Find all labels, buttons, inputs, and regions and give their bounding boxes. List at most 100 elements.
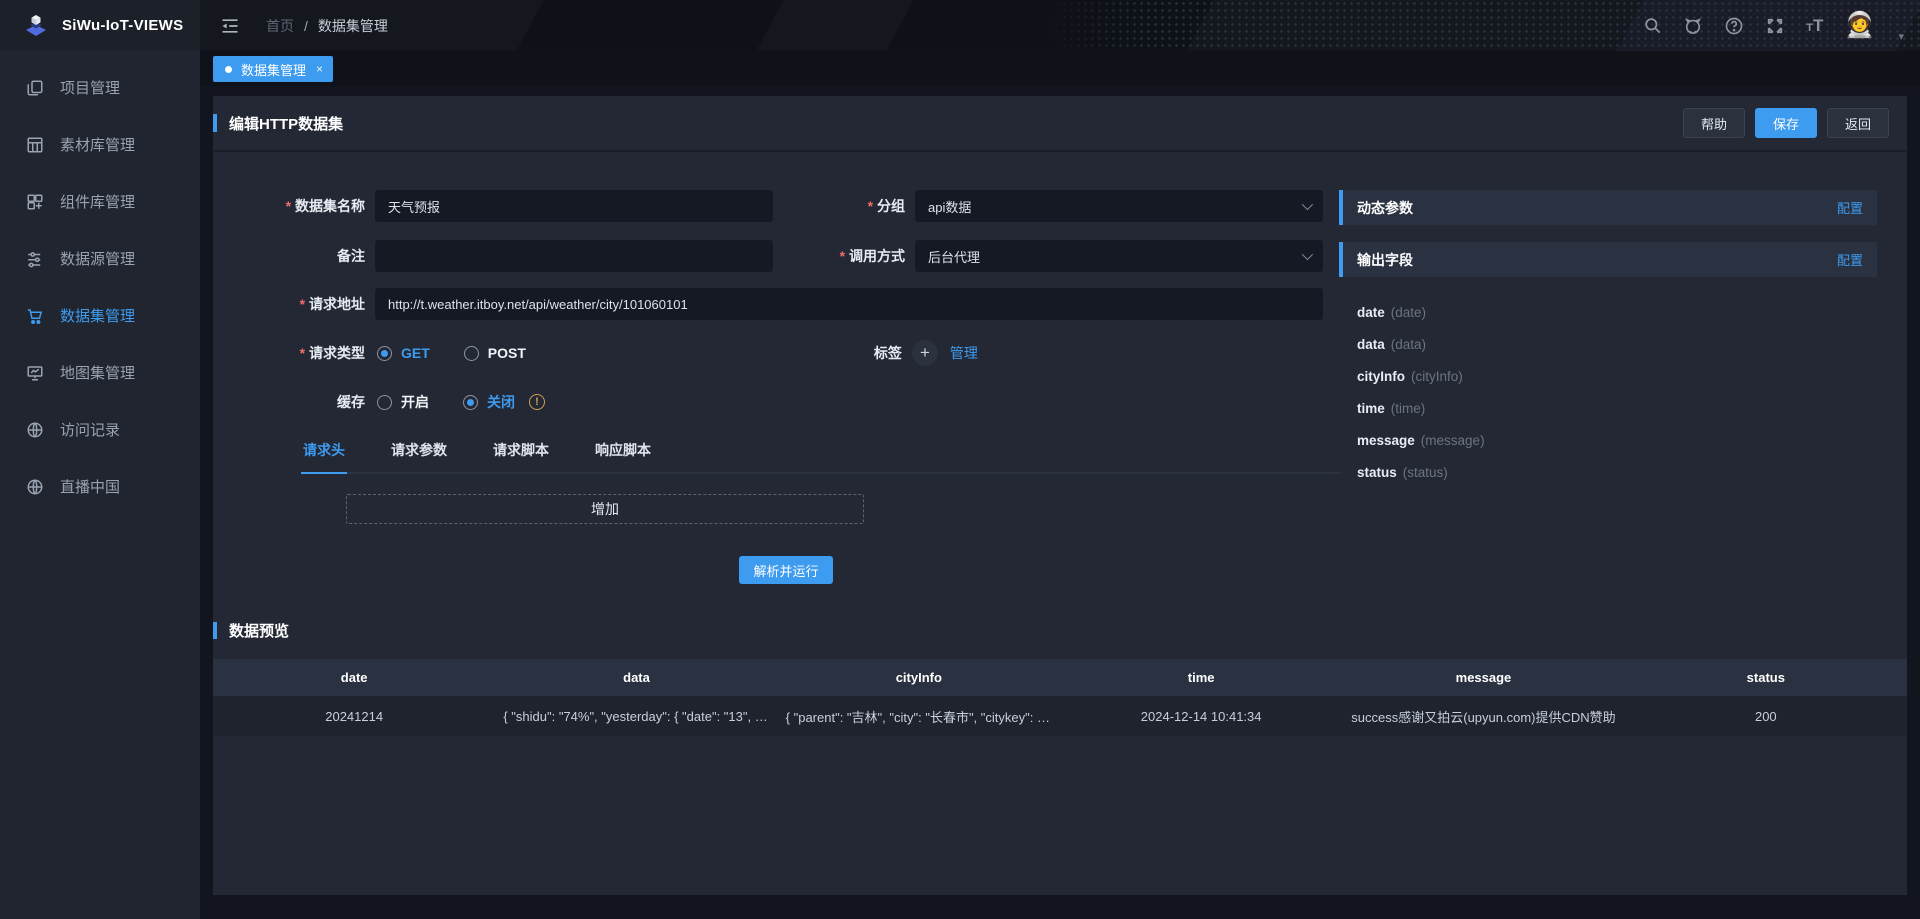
- tab-request-headers[interactable]: 请求头: [301, 440, 347, 472]
- dynamic-params-header: 动态参数 配置: [1339, 190, 1877, 225]
- header-actions: 帮助 保存 返回: [1683, 108, 1889, 138]
- run-button-row: 解析并运行: [231, 556, 1341, 584]
- output-field: cityInfo(cityInfo): [1357, 360, 1877, 392]
- col-date: date: [213, 659, 495, 696]
- warning-icon: !: [529, 394, 545, 410]
- dataset-name-input[interactable]: [375, 190, 773, 222]
- fullscreen-icon[interactable]: [1765, 16, 1785, 36]
- github-icon[interactable]: [1683, 16, 1703, 36]
- sidebar-item-live-china[interactable]: 直播中国: [0, 458, 200, 515]
- parse-and-run-button[interactable]: 解析并运行: [739, 556, 832, 584]
- help-button[interactable]: 帮助: [1683, 108, 1745, 138]
- edit-dataset-panel: 编辑HTTP数据集 帮助 保存 返回 数据集名称 分组 api数据: [213, 96, 1907, 895]
- tab-active-dot: [225, 66, 232, 73]
- right-panel: 动态参数 配置 输出字段 配置 date(date) data(data) ci…: [1339, 190, 1877, 488]
- font-size-icon[interactable]: TT: [1806, 16, 1823, 36]
- sidebar-item-project[interactable]: 项目管理: [0, 59, 200, 116]
- accent-bar: [1339, 242, 1343, 277]
- output-field: time(time): [1357, 392, 1877, 424]
- sidebar-collapse-icon[interactable]: [220, 16, 240, 36]
- accent-bar: [213, 622, 217, 639]
- tab-request-params[interactable]: 请求参数: [389, 440, 449, 472]
- header-decor: [881, 0, 1219, 51]
- request-config-tabs: 请求头 请求参数 请求脚本 响应脚本: [301, 440, 1341, 474]
- tag-label: 标签: [782, 343, 902, 363]
- app-logo: SiWu-IoT-VIEWS: [0, 0, 200, 51]
- manage-tags-link[interactable]: 管理: [950, 343, 978, 363]
- breadcrumb-current: 数据集管理: [318, 16, 388, 36]
- radio-cache-on[interactable]: 开启: [377, 392, 429, 412]
- top-header: 首页 / 数据集管理 TT 🧑‍🚀 ▾: [200, 0, 1920, 51]
- col-data: data: [495, 659, 777, 696]
- remark-input[interactable]: [375, 240, 773, 272]
- col-time: time: [1060, 659, 1342, 696]
- col-message: message: [1342, 659, 1624, 696]
- save-button[interactable]: 保存: [1755, 108, 1817, 138]
- radio-circle[interactable]: [464, 346, 479, 361]
- col-status: status: [1625, 659, 1907, 696]
- add-tag-button[interactable]: +: [912, 340, 938, 366]
- page-tab-bar: 数据集管理 ×: [200, 51, 1920, 86]
- request-type-label: 请求类型: [231, 343, 365, 363]
- output-fields-config-link[interactable]: 配置: [1837, 250, 1863, 269]
- dataset-form: 数据集名称 分组 api数据 备注 调用方式 后台代理: [231, 190, 1341, 584]
- tab-response-script[interactable]: 响应脚本: [593, 440, 653, 472]
- header-icon-group: TT 🧑‍🚀 ▾: [1643, 0, 1904, 51]
- tab-close-icon[interactable]: ×: [316, 62, 323, 76]
- title-accent-bar: [213, 114, 217, 132]
- sidebar-item-mapset[interactable]: 地图集管理: [0, 344, 200, 401]
- data-preview-title: 数据预览: [213, 620, 1907, 641]
- sidebar-item-datasource[interactable]: 数据源管理: [0, 230, 200, 287]
- dataset-name-label: 数据集名称: [231, 196, 365, 216]
- panel-header: 编辑HTTP数据集 帮助 保存 返回: [213, 96, 1907, 152]
- add-row-button[interactable]: 增加: [346, 494, 864, 524]
- datasource-icon: [26, 250, 44, 268]
- sidebar-item-material[interactable]: 素材库管理: [0, 116, 200, 173]
- cell-status: 200: [1625, 696, 1907, 736]
- breadcrumb-separator: /: [304, 18, 308, 34]
- table-row: 20241214 { "shidu": "74%", "yesterday": …: [213, 696, 1907, 736]
- output-field: date(date): [1357, 296, 1877, 328]
- radio-post[interactable]: POST: [464, 345, 526, 361]
- request-url-input[interactable]: [375, 288, 1323, 320]
- cell-cityinfo: { "parent": "吉林", "city": "长春市", "cityke…: [778, 696, 1060, 736]
- dynamic-params-config-link[interactable]: 配置: [1837, 198, 1863, 217]
- radio-cache-off[interactable]: 关闭: [463, 392, 515, 412]
- material-icon: [26, 136, 44, 154]
- back-button[interactable]: 返回: [1827, 108, 1889, 138]
- output-field: message(message): [1357, 424, 1877, 456]
- help-icon[interactable]: [1724, 16, 1744, 36]
- radio-circle[interactable]: [377, 395, 392, 410]
- component-icon: [26, 193, 44, 211]
- group-label: 分组: [785, 196, 905, 216]
- caret-down-icon[interactable]: ▾: [1898, 30, 1904, 51]
- radio-circle[interactable]: [377, 346, 392, 361]
- dataset-icon: [26, 307, 44, 325]
- globe-icon: [26, 478, 44, 496]
- tab-dataset-management[interactable]: 数据集管理 ×: [213, 56, 333, 82]
- avatar[interactable]: 🧑‍🚀: [1844, 13, 1875, 38]
- logo-cube-icon: [22, 12, 50, 40]
- sidebar-item-component[interactable]: 组件库管理: [0, 173, 200, 230]
- preview-header-row: date data cityInfo time message status: [213, 659, 1907, 696]
- cell-time: 2024-12-14 10:41:34: [1060, 696, 1342, 736]
- output-field: status(status): [1357, 456, 1877, 488]
- invoke-mode-select[interactable]: 后台代理: [915, 240, 1323, 272]
- cell-date: 20241214: [213, 696, 495, 736]
- tab-request-script[interactable]: 请求脚本: [491, 440, 551, 472]
- sidebar-item-access-log[interactable]: 访问记录: [0, 401, 200, 458]
- request-url-label: 请求地址: [231, 294, 365, 314]
- group-select[interactable]: api数据: [915, 190, 1323, 222]
- radio-get[interactable]: GET: [377, 345, 430, 361]
- breadcrumb-home[interactable]: 首页: [266, 16, 294, 36]
- output-field-list: date(date) data(data) cityInfo(cityInfo)…: [1339, 294, 1877, 488]
- sidebar-item-dataset[interactable]: 数据集管理: [0, 287, 200, 344]
- radio-circle[interactable]: [463, 395, 478, 410]
- search-icon[interactable]: [1643, 16, 1662, 35]
- cache-label: 缓存: [231, 392, 365, 412]
- invoke-mode-label: 调用方式: [785, 246, 905, 266]
- app-title: SiWu-IoT-VIEWS: [62, 17, 183, 34]
- sidebar: SiWu-IoT-VIEWS 项目管理 素材库管理 组件库管理 数据源管理 数据…: [0, 0, 200, 919]
- output-field: data(data): [1357, 328, 1877, 360]
- sidebar-menu: 项目管理 素材库管理 组件库管理 数据源管理 数据集管理 地图集管理 访问记录: [0, 51, 200, 515]
